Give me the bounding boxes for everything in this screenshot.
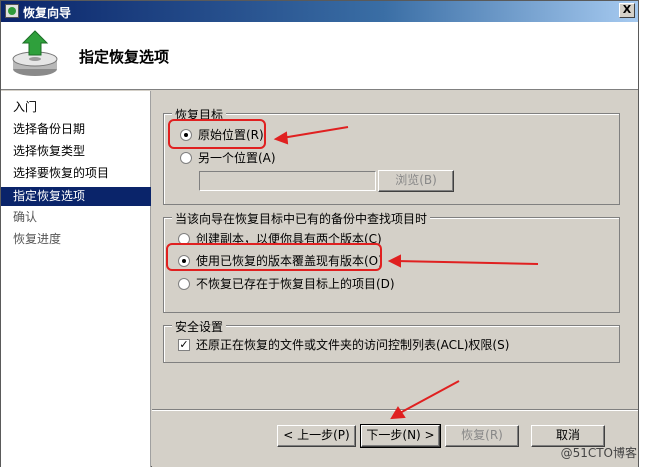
nav-item-select-items: 选择要恢复的项目 <box>13 166 110 180</box>
original-location-option[interactable]: 原始位置(R) <box>180 126 300 144</box>
back-button[interactable]: < 上一步(P) <box>277 425 356 447</box>
existing-items-legend: 当该向导在恢复目标中已有的备份中查找项目时 <box>172 210 431 227</box>
nav-item-confirm: 确认 <box>13 210 38 224</box>
next-button[interactable]: 下一步(N) > <box>360 424 441 448</box>
nav-item-select-date: 选择备份日期 <box>13 122 86 136</box>
overwrite-radio[interactable] <box>178 255 190 267</box>
other-location-option[interactable]: 另一个位置(A) <box>180 149 320 167</box>
other-location-label: 另一个位置(A) <box>198 151 276 165</box>
skip-existing-label: 不恢复已存在于恢复目标上的项目(D) <box>196 277 395 291</box>
page-title: 指定恢复选项 <box>79 48 170 66</box>
window-title: 恢复向导 <box>23 6 72 20</box>
wizard-steps-nav: 入门 选择备份日期 选择恢复类型 选择要恢复的项目 指定恢复选项 确认 恢复进度 <box>1 91 151 467</box>
recover-button[interactable]: 恢复(R) <box>445 425 519 447</box>
create-copy-label: 创建副本，以便你具有两个版本(C) <box>196 232 382 246</box>
wizard-content: 恢复目标 原始位置(R) 另一个位置(A) 浏览(B) 当该向导在恢复目标中已有… <box>152 91 638 467</box>
security-settings-group: 安全设置 ✓ 还原正在恢复的文件或文件夹的访问控制列表(ACL)权限(S) <box>163 318 620 363</box>
footer-divider <box>152 409 638 411</box>
skip-existing-radio[interactable] <box>178 278 190 290</box>
recovery-target-legend: 恢复目标 <box>172 106 227 123</box>
create-copy-option[interactable]: 创建副本，以便你具有两个版本(C) <box>178 230 408 248</box>
nav-item-select-type: 选择恢复类型 <box>13 144 86 158</box>
original-location-radio[interactable] <box>180 129 192 141</box>
create-copy-radio[interactable] <box>178 233 190 245</box>
restore-drive-icon <box>12 30 58 76</box>
restore-acl-checkbox[interactable]: ✓ <box>178 339 190 351</box>
skip-existing-option[interactable]: 不恢复已存在于恢复目标上的项目(D) <box>178 275 418 293</box>
recovery-target-group: 恢复目标 原始位置(R) 另一个位置(A) 浏览(B) <box>163 106 620 205</box>
backup-app-icon <box>5 4 19 18</box>
location-path-field[interactable] <box>199 171 376 191</box>
security-settings-legend: 安全设置 <box>172 318 227 335</box>
recovery-wizard-window: 恢复向导 X 指定恢复选项 入门 选择备份日期 选择恢复类型 选择要恢复的项目 … <box>0 0 639 467</box>
nav-item-specify-options: 指定恢复选项 <box>1 187 151 206</box>
other-location-radio[interactable] <box>180 152 192 164</box>
browse-button[interactable]: 浏览(B) <box>378 170 454 192</box>
original-location-label: 原始位置(R) <box>198 128 264 142</box>
watermark: @51CTO博客 <box>560 446 637 460</box>
restore-acl-option[interactable]: ✓ 还原正在恢复的文件或文件夹的访问控制列表(ACL)权限(S) <box>178 336 608 354</box>
wizard-header: 指定恢复选项 <box>1 22 638 90</box>
nav-item-progress: 恢复进度 <box>13 232 62 246</box>
title-bar: 恢复向导 X <box>1 1 638 22</box>
overwrite-option[interactable]: 使用已恢复的版本覆盖现有版本(O) <box>178 252 398 270</box>
nav-item-getting-started: 入门 <box>13 100 38 114</box>
close-button[interactable]: X <box>619 3 635 18</box>
existing-items-group: 当该向导在恢复目标中已有的备份中查找项目时 创建副本，以便你具有两个版本(C) … <box>163 210 620 313</box>
restore-acl-label: 还原正在恢复的文件或文件夹的访问控制列表(ACL)权限(S) <box>196 338 510 352</box>
overwrite-label: 使用已恢复的版本覆盖现有版本(O) <box>196 254 383 268</box>
